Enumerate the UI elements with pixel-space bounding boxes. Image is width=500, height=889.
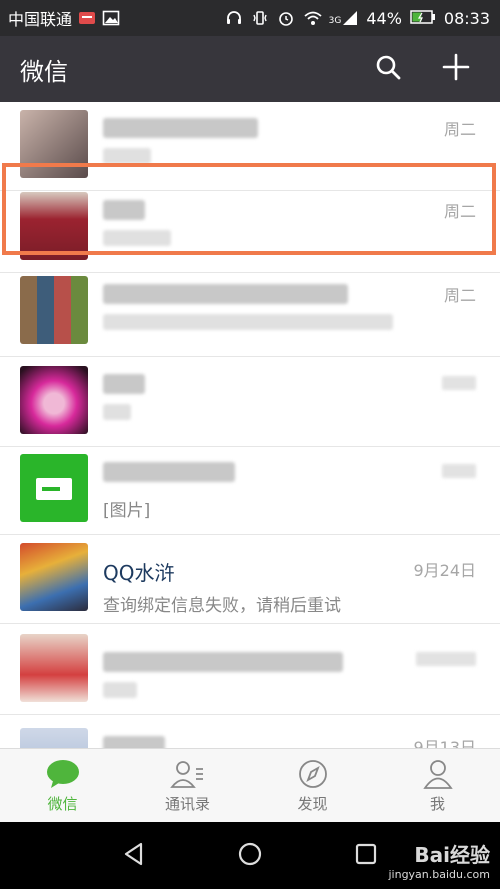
network-label: 3G xyxy=(328,16,342,26)
chat-row[interactable]: [图片] xyxy=(0,446,500,535)
tab-label: 发现 xyxy=(297,794,328,813)
image-icon xyxy=(102,9,120,27)
vibrate-icon xyxy=(251,9,269,27)
home-circle-icon xyxy=(238,842,262,865)
avatar xyxy=(20,192,88,260)
search-button[interactable] xyxy=(374,53,402,85)
recents-square-icon xyxy=(355,843,377,864)
tab-me[interactable]: 我 xyxy=(375,749,500,823)
compass-icon xyxy=(298,759,327,788)
back-triangle-icon xyxy=(124,842,143,865)
blurred-chat-preview xyxy=(103,230,171,246)
blurred-chat-name xyxy=(103,200,145,220)
tab-discover[interactable]: 发现 xyxy=(250,749,375,823)
avatar xyxy=(20,110,88,178)
avatar xyxy=(20,276,88,344)
blurred-chat-time xyxy=(442,464,476,478)
add-button[interactable] xyxy=(442,53,470,85)
chat-row[interactable]: 周二 xyxy=(0,102,500,191)
baidu-watermark: Bai经验 jingyan.baidu.com xyxy=(388,839,490,881)
chat-name: QQ水浒 xyxy=(103,561,175,585)
signal-icon: 3G xyxy=(329,10,359,26)
tab-bar: 微信 通讯录 发现 我 xyxy=(0,748,500,823)
tab-label: 微信 xyxy=(47,794,78,813)
blurred-chat-preview xyxy=(103,148,151,164)
battery-percent: 44% xyxy=(366,8,402,28)
avatar xyxy=(20,543,88,611)
contacts-icon xyxy=(169,760,203,788)
chat-time: 9月13日 xyxy=(413,738,476,748)
carrier-label: 中国联通 xyxy=(8,10,73,29)
blurred-chat-name xyxy=(103,652,343,672)
blurred-chat-time xyxy=(442,376,476,390)
blurred-chat-name xyxy=(103,374,145,394)
system-nav-bar: Bai经验 jingyan.baidu.com xyxy=(0,822,500,889)
blurred-chat-name xyxy=(103,118,258,138)
chat-row[interactable] xyxy=(0,358,500,447)
chat-row[interactable]: 周二 xyxy=(0,268,500,357)
chat-row[interactable]: 周二 xyxy=(0,184,500,273)
avatar xyxy=(20,634,88,702)
title-bar: 微信 xyxy=(0,36,500,102)
person-icon xyxy=(422,759,453,789)
chat-row[interactable]: QQ水浒 查询绑定信息失败，请稍后重试 9月24日 xyxy=(0,535,500,624)
avatar xyxy=(20,454,88,522)
plus-icon xyxy=(442,53,470,81)
chat-preview: [图片] xyxy=(103,501,151,521)
blurred-chat-name xyxy=(103,736,165,748)
tab-label: 我 xyxy=(429,794,445,813)
watermark-brand: Bai经验 xyxy=(414,843,490,867)
blurred-chat-preview xyxy=(103,682,137,698)
avatar xyxy=(20,366,88,434)
page-title: 微信 xyxy=(20,57,68,86)
watermark-url: jingyan.baidu.com xyxy=(388,868,490,881)
chat-row[interactable]: 9月13日 xyxy=(0,714,500,748)
chat-time: 9月24日 xyxy=(413,561,476,580)
headset-icon xyxy=(225,9,243,27)
blurred-chat-time xyxy=(416,652,476,666)
battery-icon xyxy=(410,9,436,27)
chat-preview: 查询绑定信息失败，请稍后重试 xyxy=(103,596,341,616)
chat-bubble-icon xyxy=(46,759,79,788)
clock: 08:33 xyxy=(443,8,490,28)
avatar xyxy=(20,728,88,748)
notification-icon xyxy=(78,9,96,27)
status-bar: 中国联通 3G 44% 08:33 xyxy=(0,0,500,36)
blurred-chat-name xyxy=(103,284,348,304)
recents-button[interactable] xyxy=(353,841,379,871)
back-button[interactable] xyxy=(121,841,147,871)
tab-label: 通讯录 xyxy=(164,794,210,813)
alarm-icon xyxy=(277,9,295,27)
blurred-chat-name xyxy=(103,462,235,482)
chat-row[interactable] xyxy=(0,626,500,715)
blurred-chat-preview xyxy=(103,314,393,330)
chat-time: 周二 xyxy=(443,286,476,305)
tab-contacts[interactable]: 通讯录 xyxy=(125,749,250,823)
wifi-icon xyxy=(303,9,322,27)
home-button[interactable] xyxy=(237,841,263,871)
tab-chats[interactable]: 微信 xyxy=(0,749,125,823)
chat-time: 周二 xyxy=(443,120,476,139)
chat-list: 周二 周二 周二 [图片] QQ水浒 查询绑定信息失败，请稍后重试 9月24日 … xyxy=(0,102,500,748)
chat-time: 周二 xyxy=(443,202,476,221)
search-icon xyxy=(376,55,401,80)
blurred-chat-preview xyxy=(103,404,131,420)
